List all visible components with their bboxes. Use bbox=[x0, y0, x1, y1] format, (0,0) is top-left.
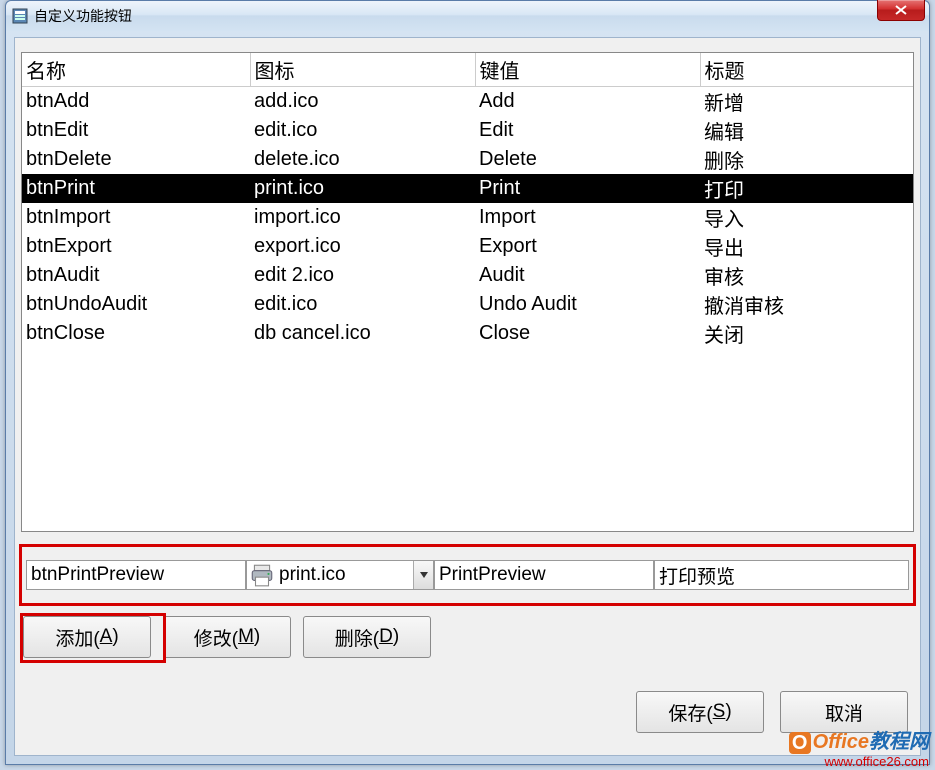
cell-name: btnDelete bbox=[22, 145, 250, 174]
cell-icon: print.ico bbox=[250, 174, 475, 203]
cell-caption: 撤消审核 bbox=[700, 290, 913, 319]
cell-caption: 新增 bbox=[700, 87, 913, 117]
table-row[interactable]: btnExportexport.icoExport导出 bbox=[22, 232, 913, 261]
titlebar: 自定义功能按钮 bbox=[6, 1, 929, 31]
action-buttons: 添加(A) 修改(M) 删除(D) bbox=[23, 616, 431, 658]
cell-name: btnAdd bbox=[22, 87, 250, 117]
dialog-window: 自定义功能按钮 名称 图标 键值 标题 btnAddadd.icoAdd新增bt… bbox=[5, 0, 930, 765]
cell-key: Print bbox=[475, 174, 700, 203]
cell-caption: 关闭 bbox=[700, 319, 913, 348]
delete-button[interactable]: 删除(D) bbox=[303, 616, 431, 658]
icon-combobox[interactable]: print.ico bbox=[246, 560, 434, 590]
function-list[interactable]: 名称 图标 键值 标题 btnAddadd.icoAdd新增btnEditedi… bbox=[21, 52, 914, 532]
table-row[interactable]: btnClosedb cancel.icoClose关闭 bbox=[22, 319, 913, 348]
cell-caption: 导出 bbox=[700, 232, 913, 261]
cell-icon: export.ico bbox=[250, 232, 475, 261]
cancel-button[interactable]: 取消 bbox=[780, 691, 908, 733]
cell-icon: delete.ico bbox=[250, 145, 475, 174]
table-header-row: 名称 图标 键值 标题 bbox=[22, 53, 913, 87]
modify-button[interactable]: 修改(M) bbox=[163, 616, 291, 658]
cell-name: btnEdit bbox=[22, 116, 250, 145]
cell-key: Undo Audit bbox=[475, 290, 700, 319]
cell-key: Edit bbox=[475, 116, 700, 145]
form-icon bbox=[12, 8, 28, 24]
cell-key: Import bbox=[475, 203, 700, 232]
cell-name: btnPrint bbox=[22, 174, 250, 203]
key-input[interactable] bbox=[434, 560, 654, 590]
cell-name: btnUndoAudit bbox=[22, 290, 250, 319]
printer-icon bbox=[249, 562, 275, 588]
cell-icon: edit.ico bbox=[250, 290, 475, 319]
cell-caption: 审核 bbox=[700, 261, 913, 290]
name-input[interactable] bbox=[26, 560, 246, 590]
cell-key: Export bbox=[475, 232, 700, 261]
cell-caption: 编辑 bbox=[700, 116, 913, 145]
combo-dropdown-button[interactable] bbox=[413, 561, 433, 589]
cell-key: Delete bbox=[475, 145, 700, 174]
dialog-content: 名称 图标 键值 标题 btnAddadd.icoAdd新增btnEditedi… bbox=[14, 37, 921, 756]
table-row[interactable]: btnUndoAuditedit.icoUndo Audit撤消审核 bbox=[22, 290, 913, 319]
close-button[interactable] bbox=[877, 0, 925, 21]
cell-icon: edit 2.ico bbox=[250, 261, 475, 290]
table-row[interactable]: btnPrintprint.icoPrint打印 bbox=[22, 174, 913, 203]
edit-row: print.ico bbox=[19, 544, 916, 606]
cell-name: btnClose bbox=[22, 319, 250, 348]
cell-name: btnImport bbox=[22, 203, 250, 232]
icon-combo-text: print.ico bbox=[277, 564, 413, 586]
cell-icon: edit.ico bbox=[250, 116, 475, 145]
header-name[interactable]: 名称 bbox=[22, 53, 250, 87]
table-row[interactable]: btnDeletedelete.icoDelete删除 bbox=[22, 145, 913, 174]
save-button[interactable]: 保存(S) bbox=[636, 691, 764, 733]
header-key[interactable]: 键值 bbox=[475, 53, 700, 87]
add-button[interactable]: 添加(A) bbox=[23, 616, 151, 658]
chevron-down-icon bbox=[420, 572, 428, 578]
caption-input[interactable] bbox=[654, 560, 909, 590]
close-icon bbox=[895, 5, 907, 15]
cell-name: btnAudit bbox=[22, 261, 250, 290]
header-caption[interactable]: 标题 bbox=[700, 53, 913, 87]
cell-name: btnExport bbox=[22, 232, 250, 261]
cell-icon: import.ico bbox=[250, 203, 475, 232]
table-row[interactable]: btnEditedit.icoEdit编辑 bbox=[22, 116, 913, 145]
table-row[interactable]: btnImportimport.icoImport导入 bbox=[22, 203, 913, 232]
cell-key: Close bbox=[475, 319, 700, 348]
cell-key: Add bbox=[475, 87, 700, 117]
cell-caption: 打印 bbox=[700, 174, 913, 203]
table-row[interactable]: btnAddadd.icoAdd新增 bbox=[22, 87, 913, 117]
bottom-buttons: 保存(S) 取消 bbox=[636, 691, 908, 733]
cell-caption: 导入 bbox=[700, 203, 913, 232]
cell-icon: db cancel.ico bbox=[250, 319, 475, 348]
cell-caption: 删除 bbox=[700, 145, 913, 174]
table-row[interactable]: btnAuditedit 2.icoAudit审核 bbox=[22, 261, 913, 290]
header-icon[interactable]: 图标 bbox=[250, 53, 475, 87]
cell-icon: add.ico bbox=[250, 87, 475, 117]
window-title: 自定义功能按钮 bbox=[34, 6, 132, 26]
cell-key: Audit bbox=[475, 261, 700, 290]
